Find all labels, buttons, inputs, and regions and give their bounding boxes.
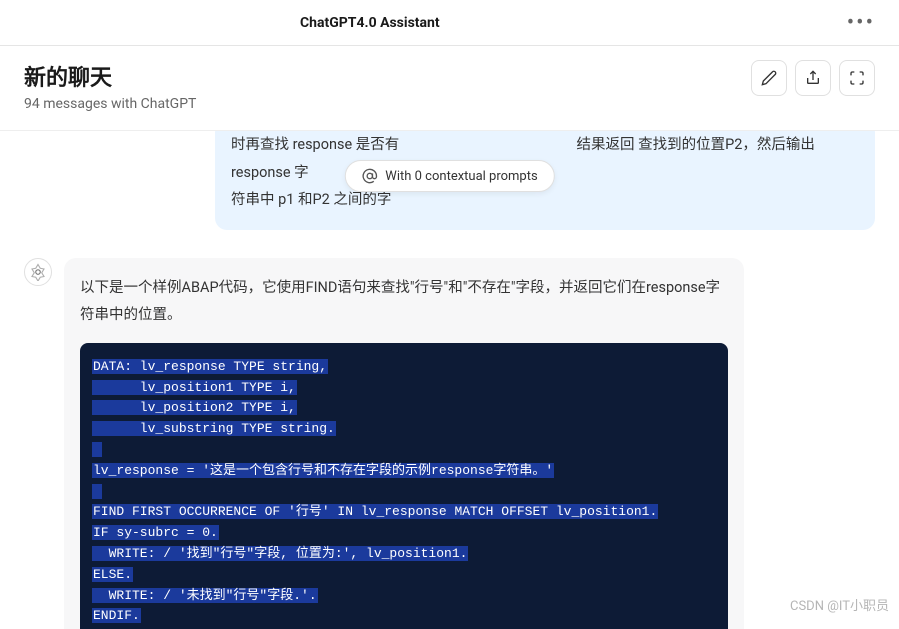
assistant-message-bubble: 以下是一个样例ABAP代码，它使用FIND语句来查找"行号"和"不存在"字段，并… — [64, 258, 744, 629]
header-left: 新的聊天 94 messages with ChatGPT — [24, 60, 196, 112]
assistant-avatar — [24, 258, 52, 286]
top-bar: ChatGPT4.0 Assistant ••• — [0, 0, 899, 46]
code-line: ELSE. — [92, 567, 133, 582]
expand-icon — [849, 70, 865, 86]
expand-button[interactable] — [839, 60, 875, 96]
chat-title: 新的聊天 — [24, 60, 196, 92]
assistant-intro-text: 以下是一个样例ABAP代码，它使用FIND语句来查找"行号"和"不存在"字段，并… — [80, 274, 728, 329]
chat-content: 时再查找 response 是否有 结果返回 查找到的位置P2，然后输出 res… — [0, 131, 899, 629]
code-line: lv_response = '这是一个包含行号和不存在字段的示例response… — [92, 463, 554, 478]
code-line: FIND FIRST OCCURRENCE OF '行号' IN lv_resp… — [92, 504, 658, 519]
edit-button[interactable] — [751, 60, 787, 96]
app-title: ChatGPT4.0 Assistant — [300, 15, 440, 31]
code-line — [92, 484, 102, 499]
header-actions — [751, 60, 875, 96]
code-line: ENDIF. — [92, 608, 141, 623]
chat-subtitle: 94 messages with ChatGPT — [24, 96, 196, 112]
user-text-fragment: 符串中 p1 和P2 之间的字 — [231, 191, 391, 208]
page-header: 新的聊天 94 messages with ChatGPT — [0, 46, 899, 131]
code-line: lv_substring TYPE string. — [92, 421, 336, 436]
at-icon — [361, 168, 377, 184]
code-line: IF sy-subrc = 0. — [92, 525, 219, 540]
more-menu-icon[interactable]: ••• — [847, 10, 875, 35]
share-icon — [805, 70, 821, 86]
contextual-prompts-pill[interactable]: With 0 contextual prompts — [344, 160, 554, 192]
code-line: WRITE: / '找到"行号"字段, 位置为:', lv_position1. — [92, 546, 468, 561]
contextual-prompts-label: With 0 contextual prompts — [385, 169, 537, 184]
code-line: lv_position2 TYPE i, — [92, 400, 297, 415]
pencil-icon — [761, 70, 777, 86]
code-line: WRITE: / '未找到"行号"字段.'. — [92, 588, 318, 603]
openai-icon — [29, 263, 47, 281]
code-line — [92, 442, 102, 457]
code-block[interactable]: DATA: lv_response TYPE string, lv_positi… — [80, 343, 728, 629]
user-text-fragment: 时再查找 response 是否有 — [231, 136, 399, 153]
watermark: CSDN @IT小职员 — [790, 595, 889, 614]
assistant-message-row: 以下是一个样例ABAP代码，它使用FIND语句来查找"行号"和"不存在"字段，并… — [24, 258, 875, 629]
code-line: lv_position1 TYPE i, — [92, 380, 297, 395]
share-button[interactable] — [795, 60, 831, 96]
code-line: DATA: lv_response TYPE string, — [92, 359, 328, 374]
